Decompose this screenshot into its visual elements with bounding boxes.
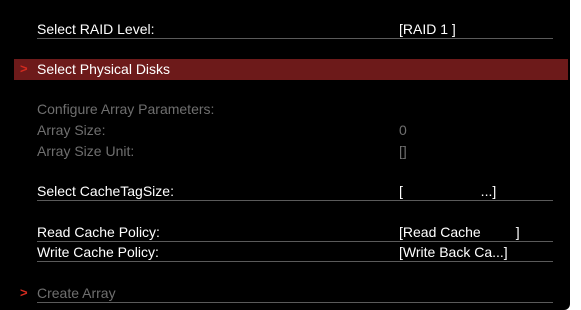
select-physical-disks-label: Select Physical Disks [37,61,171,77]
write-cache-policy-label: Write Cache Policy: [37,244,159,260]
read-cache-policy-value[interactable]: [Read Cache ] [399,223,520,241]
array-size-unit-value: [] [399,143,407,159]
array-size-unit-row: Array Size Unit: [] [37,142,553,160]
cache-tag-size-label: Select CacheTagSize: [37,183,174,199]
read-cache-policy-label: Read Cache Policy: [37,224,160,240]
array-size-label: Array Size: [37,122,106,138]
bios-raid-config-panel: Select RAID Level: [RAID 1 ] > Select Ph… [0,0,570,310]
submenu-arrow-icon: > [20,61,28,76]
cache-tag-size-value[interactable]: [ ...] [399,182,496,200]
configure-array-label: Configure Array Parameters: [37,101,215,117]
array-size-row: Array Size: 0 [37,121,553,139]
array-size-unit-label: Array Size Unit: [37,143,135,159]
create-array-label: Create Array [37,285,116,301]
array-size-value: 0 [399,122,407,138]
configure-array-header: Configure Array Parameters: [37,100,553,118]
raid-level-label: Select RAID Level: [37,21,155,37]
raid-level-value[interactable]: [RAID 1 ] [399,20,456,38]
create-array-item[interactable]: Create Array [37,284,553,303]
raid-level-row[interactable]: Select RAID Level: [RAID 1 ] [37,20,553,39]
create-array-arrow-icon: > [20,285,28,300]
write-cache-policy-value[interactable]: [Write Back Ca...] [399,243,508,261]
cache-tag-size-row[interactable]: Select CacheTagSize: [ ...] [37,182,553,201]
read-cache-policy-row[interactable]: Read Cache Policy: [Read Cache ] [37,223,553,242]
select-physical-disks-item[interactable]: Select Physical Disks [37,60,553,78]
write-cache-policy-row[interactable]: Write Cache Policy: [Write Back Ca...] [37,243,553,262]
